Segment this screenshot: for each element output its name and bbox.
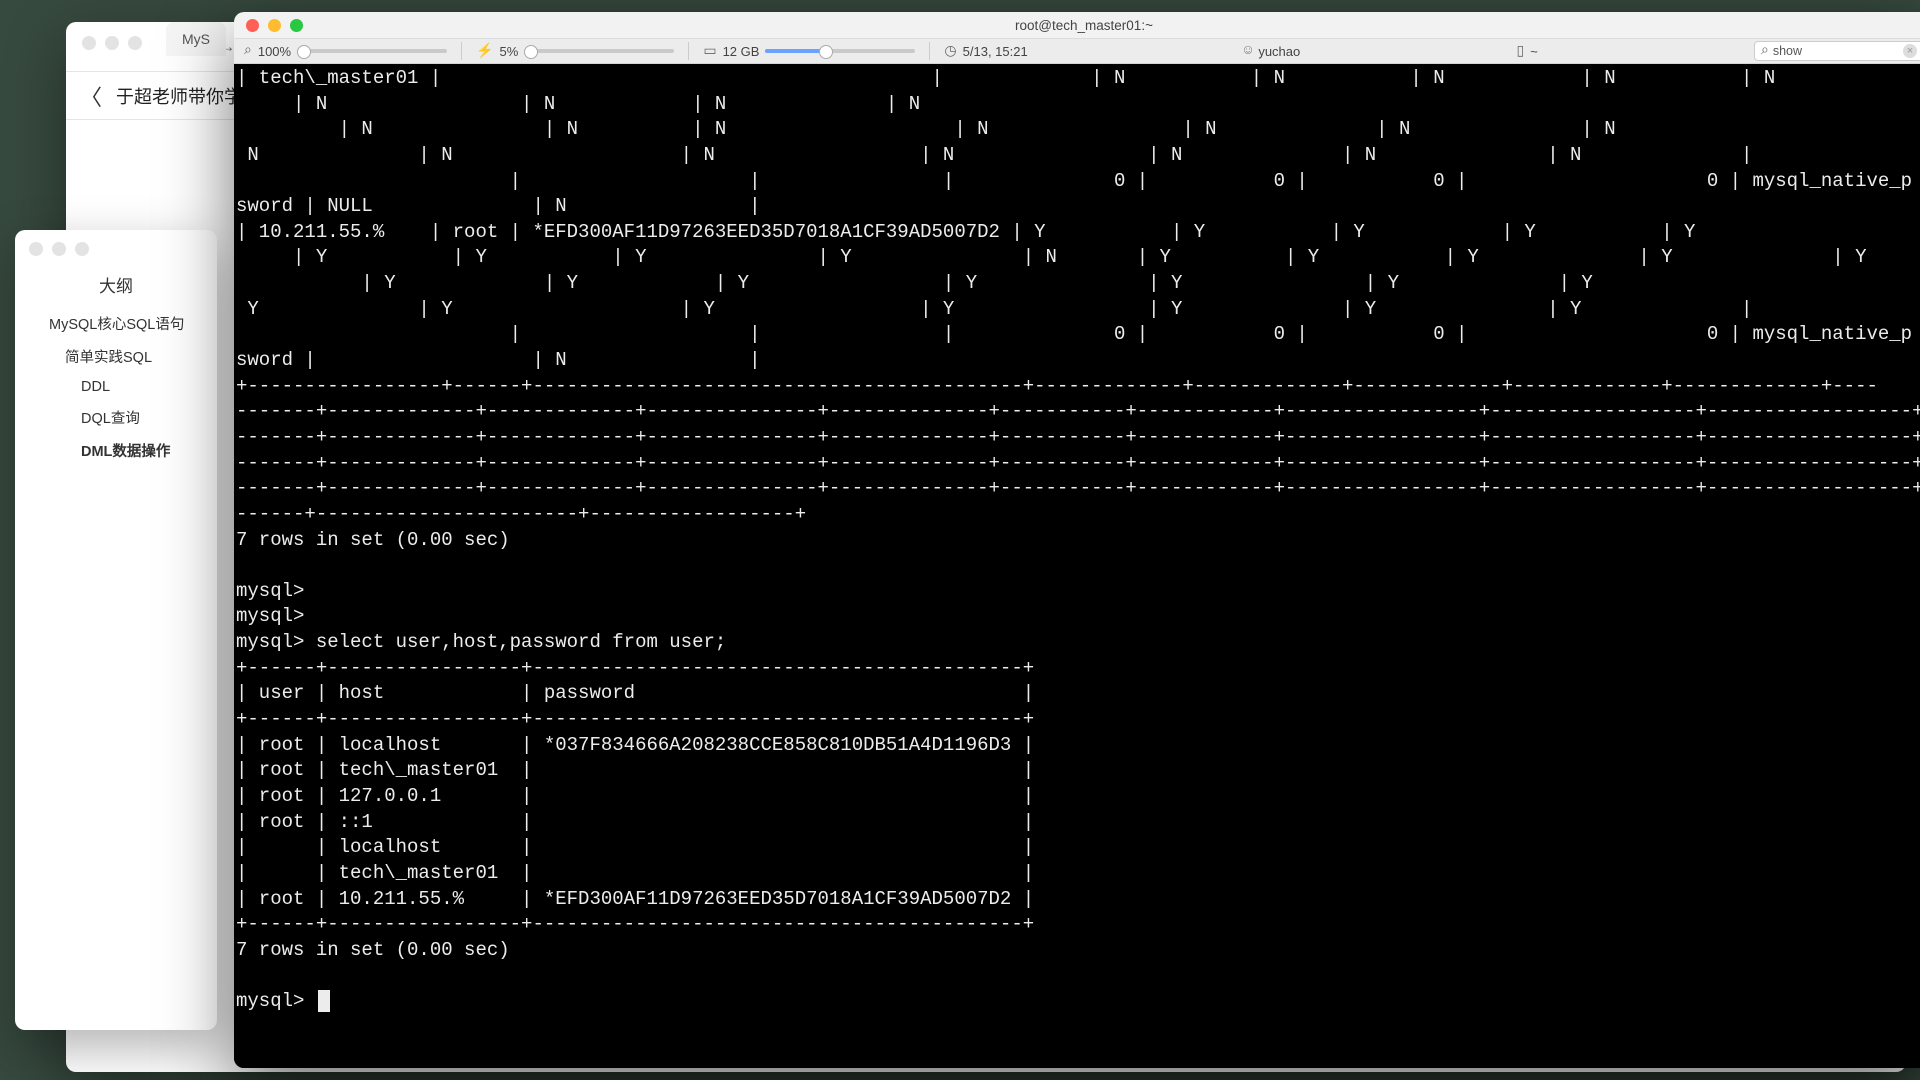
clock-icon: ◷ (944, 43, 956, 60)
separator (929, 42, 930, 60)
safari-tab[interactable]: MyS (166, 22, 226, 56)
page-back-chevron-icon[interactable]: 〈 (80, 80, 102, 112)
terminal-window: root@tech_master01:~ ⌕ 100% ⚡ 5% ▭ 12 GB… (234, 12, 1920, 1068)
memory-value: 12 GB (723, 44, 760, 59)
search-input[interactable]: ⌕ show × (1754, 41, 1920, 61)
terminal-title: root@tech_master01:~ (234, 18, 1920, 33)
cpu-slider[interactable] (524, 49, 674, 53)
terminal-cursor (318, 990, 330, 1012)
outline-min-dot[interactable] (52, 242, 66, 256)
outline-item[interactable]: DML数据操作 (15, 434, 217, 467)
terminal-statusbar: ⌕ 100% ⚡ 5% ▭ 12 GB ◷ 5/13, 15:21 ☺ yuch… (234, 38, 1920, 64)
page-title: 于超老师带你学 (116, 83, 242, 109)
safari-traffic-lights (82, 36, 142, 50)
outline-max-dot[interactable] (75, 242, 89, 256)
status-user: ☺ yuchao (1244, 43, 1300, 59)
outline-close-dot[interactable] (29, 242, 43, 256)
outline-panel: 大纲 MySQL核心SQL语句简单实践SQLDDLDQL查询DML数据操作 (15, 230, 217, 1030)
search-value: show (1773, 44, 1802, 58)
path-value: ~ (1530, 44, 1538, 59)
outline-list: MySQL核心SQL语句简单实践SQLDDLDQL查询DML数据操作 (15, 307, 217, 467)
outline-item[interactable]: MySQL核心SQL语句 (15, 307, 217, 340)
outline-title: 大纲 (15, 268, 217, 307)
terminal-titlebar: root@tech_master01:~ (234, 12, 1920, 38)
search-icon: ⌕ (1761, 43, 1769, 59)
safari-close-dot[interactable] (82, 36, 96, 50)
zoom-slider[interactable] (297, 49, 447, 53)
safari-min-dot[interactable] (105, 36, 119, 50)
separator (461, 42, 462, 60)
outline-item[interactable]: DDL (15, 373, 217, 401)
user-value: yuchao (1258, 44, 1300, 59)
datetime-value: 5/13, 15:21 (963, 44, 1028, 59)
outline-traffic-lights (15, 230, 217, 268)
bolt-icon: ⚡ (476, 43, 493, 60)
outline-item[interactable]: DQL查询 (15, 401, 217, 434)
status-cpu[interactable]: ⚡ 5% (476, 43, 674, 60)
status-path[interactable]: ▯ ~ (1516, 43, 1537, 60)
folder-icon: ▯ (1516, 43, 1524, 60)
safari-tab-label: MyS (182, 31, 210, 47)
outline-item[interactable]: 简单实践SQL (15, 340, 217, 373)
zoom-icon: ⌕ (244, 43, 252, 59)
terminal-body[interactable]: | tech\_master01 | | | N | N | N | N | N… (234, 64, 1920, 1068)
memory-bar (765, 49, 915, 53)
separator (688, 42, 689, 60)
zoom-value: 100% (258, 44, 291, 59)
memory-icon: ▭ (703, 43, 716, 60)
cpu-value: 5% (500, 44, 519, 59)
user-icon: ☺ (1244, 43, 1252, 59)
safari-max-dot[interactable] (128, 36, 142, 50)
status-zoom[interactable]: ⌕ 100% (244, 43, 447, 59)
clear-search-icon[interactable]: × (1903, 44, 1917, 58)
status-memory: ▭ 12 GB (703, 43, 915, 60)
status-datetime: ◷ 5/13, 15:21 (944, 43, 1027, 60)
